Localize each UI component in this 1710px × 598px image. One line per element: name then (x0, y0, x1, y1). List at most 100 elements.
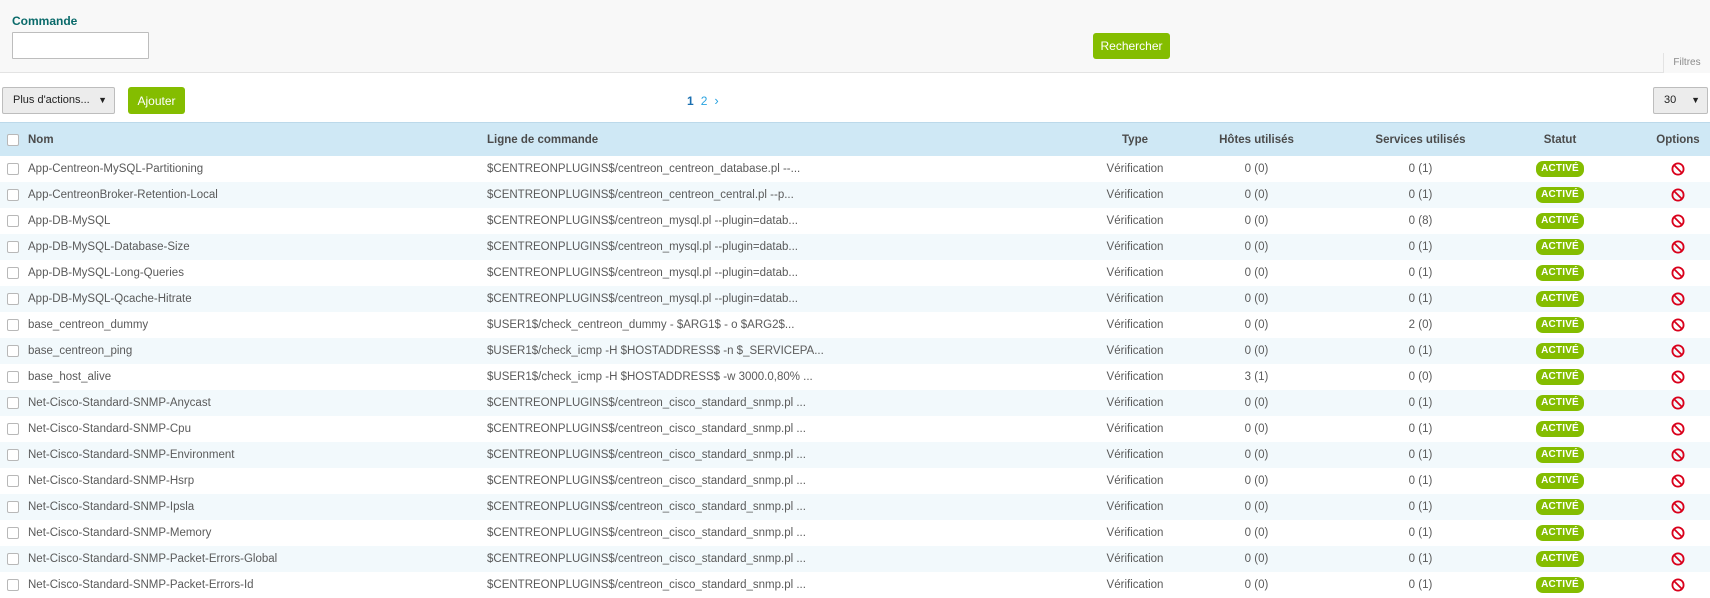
command-type: Vérification (1106, 267, 1164, 279)
hosts-used: 0 (0) (1244, 501, 1269, 513)
disable-option[interactable] (1650, 500, 1706, 514)
command-name-link[interactable]: Net-Cisco-Standard-SNMP-Hsrp (28, 475, 194, 487)
more-actions-label: Plus d'actions... (13, 94, 90, 106)
disable-option[interactable] (1650, 344, 1706, 358)
row-checkbox[interactable] (7, 501, 19, 513)
disable-option[interactable] (1650, 396, 1706, 410)
command-line: $CENTREONPLUGINS$/centreon_cisco_standar… (487, 501, 806, 513)
row-checkbox[interactable] (7, 319, 19, 331)
row-checkbox[interactable] (7, 189, 19, 201)
row-checkbox[interactable] (7, 475, 19, 487)
filters-toggle-tab[interactable]: Filtres (1663, 53, 1710, 73)
caret-down-icon: ▼ (1691, 95, 1700, 105)
disable-option[interactable] (1650, 214, 1706, 228)
row-checkbox[interactable] (7, 527, 19, 539)
command-name-link[interactable]: App-DB-MySQL-Long-Queries (28, 267, 184, 279)
disable-option[interactable] (1650, 266, 1706, 280)
hosts-used: 0 (0) (1244, 553, 1269, 565)
command-search-input[interactable] (12, 32, 149, 59)
command-type: Vérification (1106, 371, 1164, 383)
caret-down-icon: ▼ (98, 95, 107, 105)
command-name-link[interactable]: Net-Cisco-Standard-SNMP-Packet-Errors-Gl… (28, 553, 277, 565)
command-name-link[interactable]: base_centreon_ping (28, 345, 132, 357)
select-all-checkbox[interactable] (7, 133, 19, 146)
disable-option[interactable] (1650, 188, 1706, 202)
command-name-link[interactable]: Net-Cisco-Standard-SNMP-Anycast (28, 397, 211, 409)
page-next-icon[interactable]: › (714, 93, 718, 108)
disable-option[interactable] (1650, 162, 1706, 176)
disable-option[interactable] (1650, 318, 1706, 332)
row-checkbox[interactable] (7, 163, 19, 175)
ban-icon (1671, 162, 1685, 176)
header-name[interactable]: Nom (28, 134, 54, 146)
services-used: 0 (1) (1408, 475, 1433, 487)
services-used: 0 (1) (1408, 423, 1433, 435)
row-checkbox[interactable] (7, 267, 19, 279)
header-hosts: Hôtes utilisés (1219, 133, 1294, 146)
command-name-link[interactable]: base_centreon_dummy (28, 319, 148, 331)
command-type: Vérification (1106, 215, 1164, 227)
row-checkbox[interactable] (7, 215, 19, 227)
hosts-used: 0 (0) (1244, 293, 1269, 305)
command-line: $CENTREONPLUGINS$/centreon_mysql.pl --pl… (487, 293, 798, 305)
status-cell: ACTIVÉ (1535, 551, 1585, 567)
add-button[interactable]: Ajouter (128, 87, 185, 114)
disable-option[interactable] (1650, 474, 1706, 488)
services-used: 0 (1) (1408, 189, 1433, 201)
header-options: Options (1656, 133, 1700, 146)
row-checkbox[interactable] (7, 579, 19, 591)
command-name-link[interactable]: App-DB-MySQL (28, 215, 110, 227)
status-cell: ACTIVÉ (1535, 343, 1585, 359)
hosts-used: 0 (0) (1244, 579, 1269, 591)
command-line: $USER1$/check_icmp -H $HOSTADDRESS$ -w 3… (487, 371, 813, 383)
command-name-link[interactable]: App-DB-MySQL-Database-Size (28, 241, 190, 253)
command-name-link[interactable]: Net-Cisco-Standard-SNMP-Memory (28, 527, 211, 539)
hosts-used: 3 (1) (1244, 371, 1269, 383)
disable-option[interactable] (1650, 448, 1706, 462)
hosts-used: 0 (0) (1244, 423, 1269, 435)
row-checkbox[interactable] (7, 553, 19, 565)
command-type: Vérification (1106, 475, 1164, 487)
ban-icon (1671, 422, 1685, 436)
commands-table: Nom Ligne de commande Type Hôtes utilisé… (0, 122, 1710, 598)
per-page-select[interactable]: 30 ▼ (1653, 87, 1708, 114)
ban-icon (1671, 344, 1685, 358)
command-name-link[interactable]: App-DB-MySQL-Qcache-Hitrate (28, 293, 192, 305)
row-checkbox[interactable] (7, 449, 19, 461)
status-badge: ACTIVÉ (1536, 343, 1584, 359)
status-cell: ACTIVÉ (1535, 187, 1585, 203)
command-line: $CENTREONPLUGINS$/centreon_cisco_standar… (487, 449, 806, 461)
page-link-2[interactable]: 2 (701, 94, 708, 108)
command-name-link[interactable]: Net-Cisco-Standard-SNMP-Environment (28, 449, 234, 461)
command-line: $CENTREONPLUGINS$/centreon_centreon_data… (487, 163, 801, 175)
disable-option[interactable] (1650, 526, 1706, 540)
command-name-link[interactable]: Net-Cisco-Standard-SNMP-Cpu (28, 423, 191, 435)
disable-option[interactable] (1650, 292, 1706, 306)
hosts-used: 0 (0) (1244, 267, 1269, 279)
ban-icon (1671, 318, 1685, 332)
status-badge: ACTIVÉ (1536, 551, 1584, 567)
command-name-link[interactable]: base_host_alive (28, 371, 111, 383)
disable-option[interactable] (1650, 240, 1706, 254)
more-actions-select[interactable]: Plus d'actions... ▼ (2, 87, 115, 114)
command-filter-label: Commande (12, 14, 78, 28)
search-button[interactable]: Rechercher (1093, 33, 1170, 59)
row-checkbox[interactable] (7, 397, 19, 409)
command-name-link[interactable]: App-CentreonBroker-Retention-Local (28, 189, 218, 201)
row-checkbox[interactable] (7, 241, 19, 253)
disable-option[interactable] (1650, 552, 1706, 566)
row-checkbox[interactable] (7, 423, 19, 435)
row-checkbox[interactable] (7, 345, 19, 357)
ban-icon (1671, 370, 1685, 384)
disable-option[interactable] (1650, 370, 1706, 384)
command-name-link[interactable]: Net-Cisco-Standard-SNMP-Packet-Errors-Id (28, 579, 254, 591)
row-checkbox[interactable] (7, 293, 19, 305)
status-cell: ACTIVÉ (1535, 525, 1585, 541)
disable-option[interactable] (1650, 422, 1706, 436)
row-checkbox[interactable] (7, 371, 19, 383)
hosts-used: 0 (0) (1244, 527, 1269, 539)
disable-option[interactable] (1650, 578, 1706, 592)
command-name-link[interactable]: App-Centreon-MySQL-Partitioning (28, 163, 203, 175)
command-name-link[interactable]: Net-Cisco-Standard-SNMP-Ipsla (28, 501, 194, 513)
services-used: 0 (1) (1408, 163, 1433, 175)
